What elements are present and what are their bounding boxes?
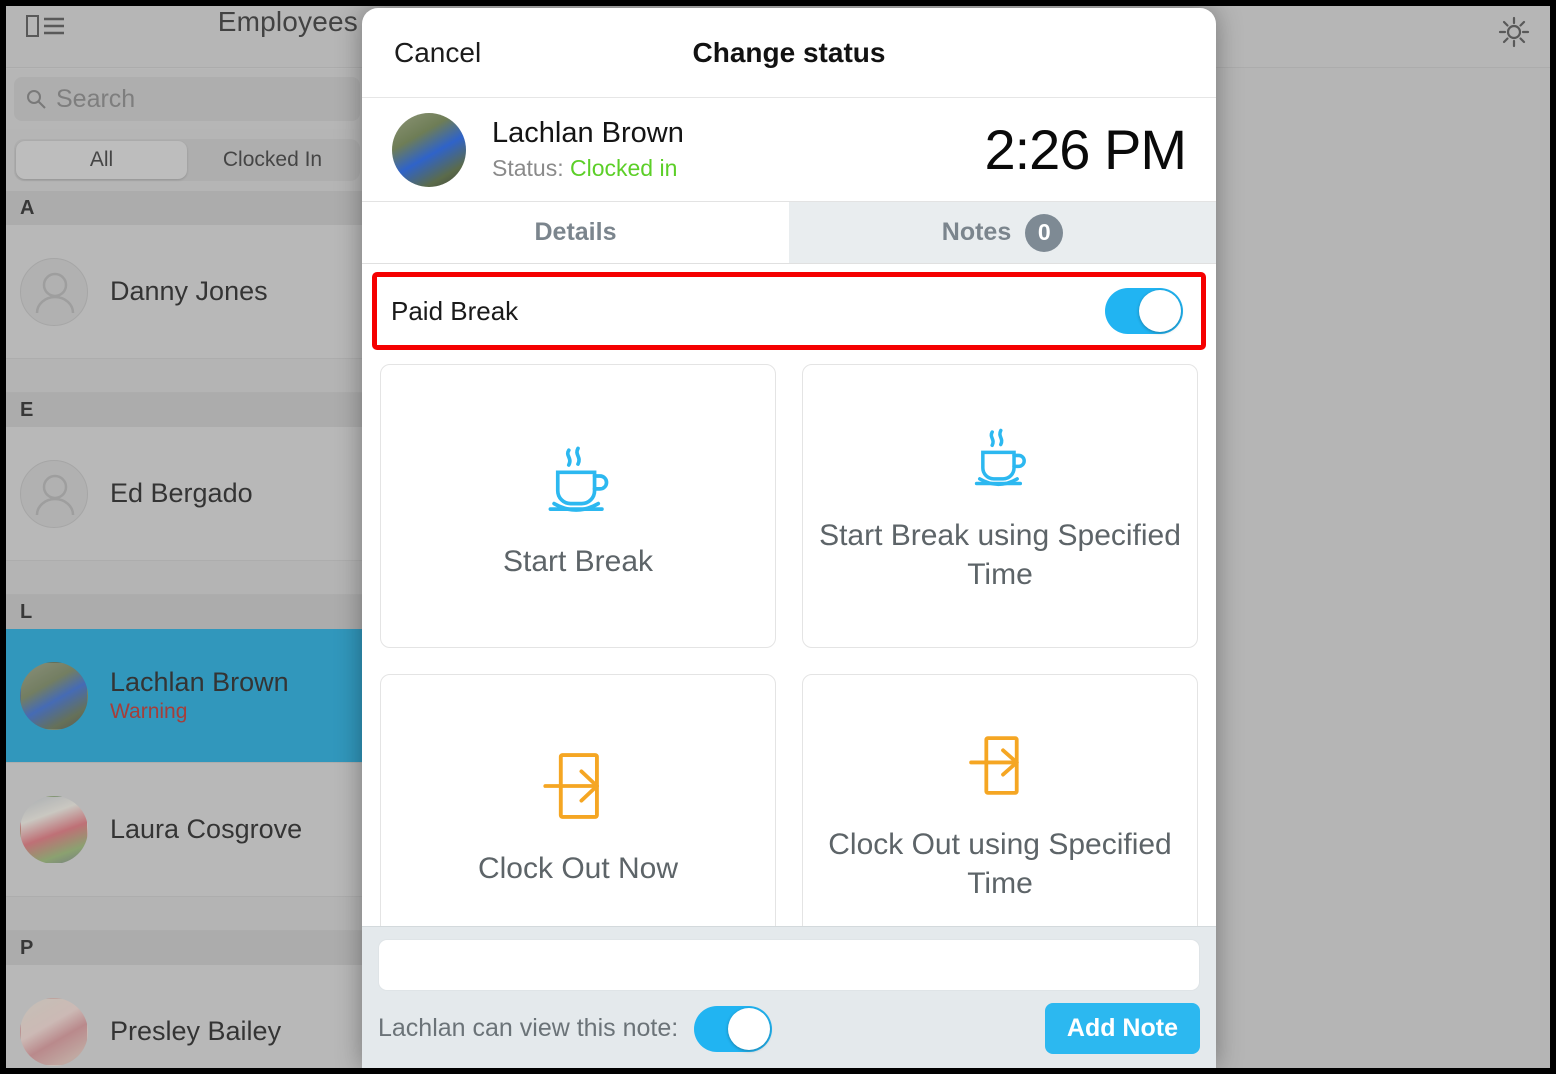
clock-out-arrow-icon — [535, 743, 621, 834]
toggle-knob — [1139, 290, 1181, 332]
avatar — [392, 112, 466, 187]
note-visibility-label: Lachlan can view this note: — [378, 1014, 679, 1042]
start-break-specified-time-label: Start Break using Specified Time — [819, 519, 1181, 591]
action-cards-scroll[interactable]: Start Break Start Break using Specified … — [362, 350, 1216, 926]
coffee-cup-icon — [961, 418, 1039, 501]
status-label: Status: — [492, 154, 564, 181]
tab-details-label: Details — [534, 218, 617, 246]
add-note-button[interactable]: Add Note — [1044, 1003, 1200, 1054]
clock-out-now-card[interactable]: Clock Out Now — [380, 674, 776, 926]
notes-count-badge: 0 — [1025, 213, 1064, 252]
action-cards-grid: Start Break Start Break using Specified … — [380, 364, 1198, 926]
note-input[interactable] — [378, 939, 1200, 991]
toggle-knob — [728, 1007, 771, 1050]
tab-notes[interactable]: Notes 0 — [789, 202, 1216, 264]
paid-break-label: Paid Break — [391, 295, 519, 326]
start-break-specified-time-card[interactable]: Start Break using Specified Time — [802, 364, 1198, 648]
clock-out-specified-time-label: Clock Out using Specified Time — [828, 828, 1172, 900]
coffee-cup-icon — [532, 430, 624, 527]
dialog-titlebar: Cancel Change status — [362, 8, 1216, 98]
note-visibility-toggle[interactable] — [694, 1005, 773, 1052]
clock-out-specified-time-card[interactable]: Clock Out using Specified Time — [802, 674, 1198, 926]
status-value: Clocked in — [570, 154, 678, 181]
note-composer: Lachlan can view this note: Add Note — [362, 926, 1216, 1068]
start-break-label: Start Break — [502, 545, 654, 579]
employee-identity: Lachlan Brown Status: Clocked in — [492, 117, 684, 181]
dialog-title: Change status — [692, 36, 886, 68]
paid-break-toggle[interactable] — [1105, 288, 1183, 334]
clock-out-arrow-icon — [962, 729, 1038, 810]
paid-break-highlight: Paid Break — [372, 272, 1206, 350]
device-frame: Employees Search All Clocked In A Danny … — [6, 6, 1550, 1068]
employee-summary: Lachlan Brown Status: Clocked in 2:26 PM — [362, 98, 1216, 202]
note-controls: Lachlan can view this note: Add Note — [378, 1003, 1200, 1054]
change-status-dialog: Cancel Change status Lachlan Brown Statu… — [362, 8, 1216, 1068]
cancel-button[interactable]: Cancel — [394, 37, 481, 69]
clock-out-now-label: Clock Out Now — [477, 852, 679, 886]
paid-break-row[interactable]: Paid Break — [377, 277, 1201, 345]
employee-name: Lachlan Brown — [492, 117, 684, 150]
tab-notes-label: Notes — [941, 218, 1012, 246]
current-time: 2:26 PM — [984, 118, 1187, 181]
start-break-card[interactable]: Start Break — [380, 364, 776, 648]
tab-details[interactable]: Details — [362, 202, 789, 264]
dialog-tabs: Details Notes 0 — [362, 202, 1216, 264]
employee-status: Status: Clocked in — [492, 155, 684, 182]
